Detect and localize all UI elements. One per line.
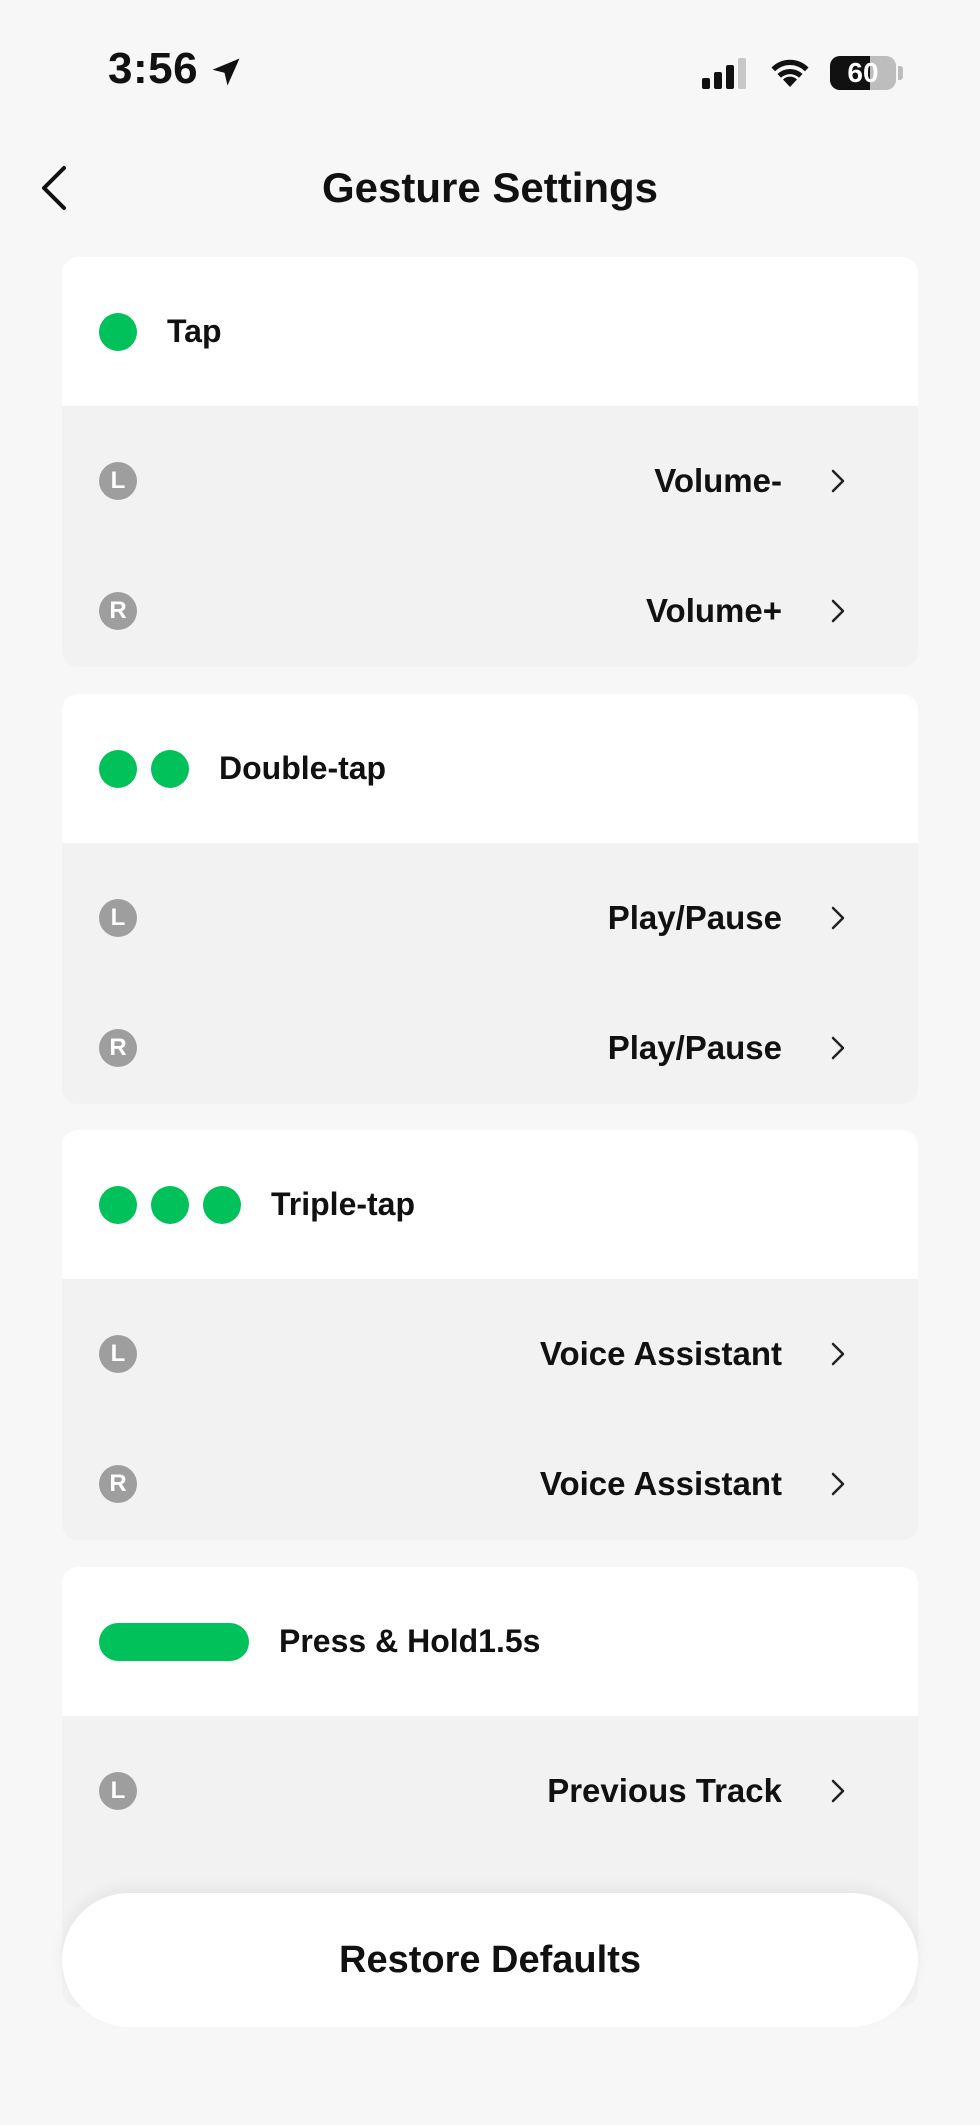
gesture-label: Tap [167,313,222,349]
left-earbud-row[interactable]: L Voice Assistant [62,1289,918,1419]
tap-dot-indicator [203,1185,241,1224]
action-value: Previous Track [547,1772,782,1809]
chevron-right-icon [831,906,845,930]
right-earbud-row[interactable]: R Voice Assistant [62,1419,918,1540]
gesture-header: Triple-tap [62,1130,918,1279]
gesture-label: Double-tap [219,750,387,786]
action-value: Volume- [654,462,782,499]
status-time: 3:56 [108,44,199,93]
gesture-header: Double-tap [62,694,918,843]
chevron-right-icon [831,469,845,493]
cellular-signal-icon [702,58,746,89]
battery-icon: 60 [830,56,896,90]
left-badge: L [99,1772,137,1810]
action-value: Play/Pause [607,1029,782,1066]
right-earbud-row[interactable]: R Volume+ [62,546,918,667]
gesture-settings-screen: 3:56 60 Gesture Settings Tap L Volume- R… [0,0,980,2125]
action-value: Volume+ [645,592,782,629]
gesture-header: Tap [62,257,918,406]
hold-pill-indicator [99,1622,249,1661]
status-bar: 3:56 60 [0,0,980,120]
chevron-right-icon [831,1342,845,1366]
right-badge: R [99,1029,137,1067]
gesture-label: Press & Hold1.5s [279,1623,541,1659]
tap-dot-indicator [99,1185,137,1224]
left-badge: L [99,462,137,500]
action-value: Play/Pause [607,899,782,936]
chevron-right-icon [831,1779,845,1803]
right-badge: R [99,1465,137,1503]
tap-dot-indicator [151,1185,189,1224]
gesture-header: Press & Hold1.5s [62,1567,918,1716]
action-value: Voice Assistant [539,1465,782,1502]
tap-dot-indicator [99,312,137,351]
battery-tip [898,66,903,80]
page-title: Gesture Settings [321,164,659,211]
left-earbud-row[interactable]: L Play/Pause [62,853,918,983]
action-value: Voice Assistant [539,1335,782,1372]
left-badge: L [99,899,137,937]
location-arrow-icon [212,58,240,86]
right-earbud-row[interactable]: R Play/Pause [62,983,918,1104]
gesture-card-tap: Tap L Volume- R Volume+ [62,257,918,667]
tap-dot-indicator [99,749,137,788]
battery-percent: 60 [847,57,879,88]
gesture-card-double-tap: Double-tap L Play/Pause R Play/Pause [62,694,918,1104]
left-badge: L [99,1335,137,1373]
tap-dot-indicator [151,749,189,788]
chevron-right-icon [831,599,845,623]
right-badge: R [99,592,137,630]
gesture-label: Triple-tap [271,1186,416,1222]
left-earbud-row[interactable]: L Volume- [62,416,918,546]
wifi-icon [771,59,809,87]
chevron-right-icon [831,1036,845,1060]
chevron-right-icon [831,1472,845,1496]
gesture-card-triple-tap: Triple-tap L Voice Assistant R Voice Ass… [62,1130,918,1540]
left-earbud-row[interactable]: L Previous Track [62,1726,918,1856]
restore-defaults-button[interactable]: Restore Defaults [62,1893,918,2027]
